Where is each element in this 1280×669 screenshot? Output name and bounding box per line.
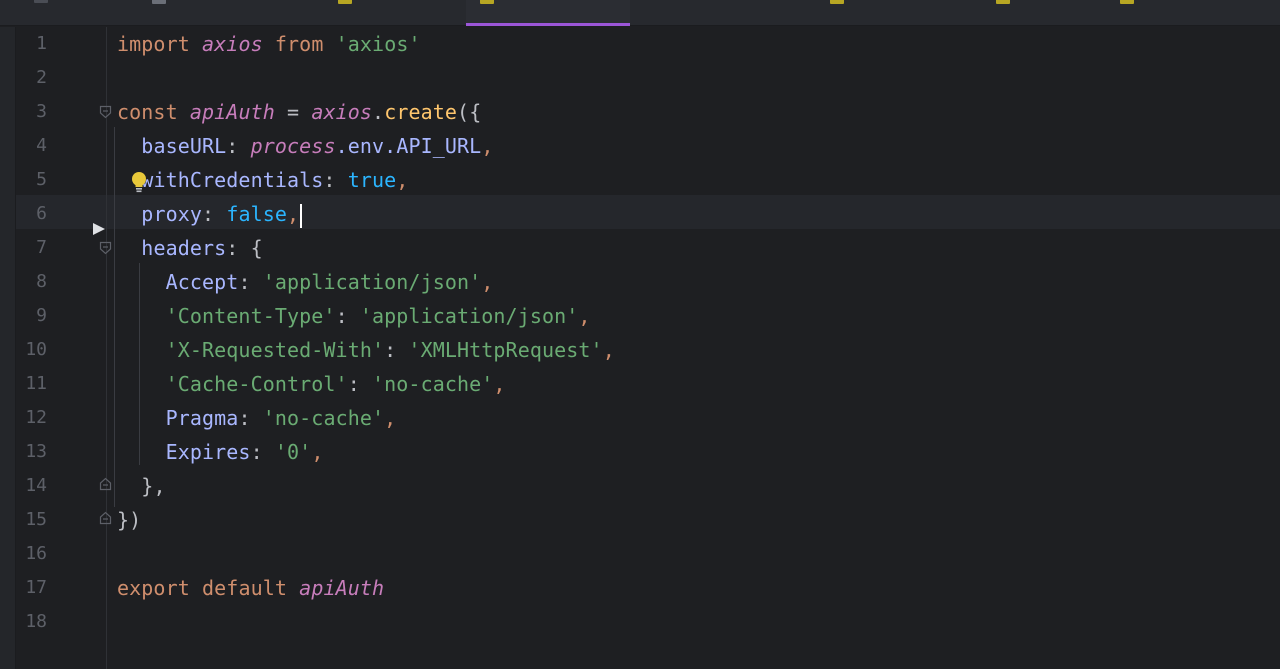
line-number: 12: [25, 407, 47, 428]
tool-window-icon[interactable]: [34, 0, 48, 3]
code-line[interactable]: 5 withCredentials: true,: [16, 163, 1280, 197]
code-line[interactable]: 3 const apiAuth = axios.create({: [16, 95, 1280, 129]
code-line[interactable]: 9 'Content-Type': 'application/json',: [16, 299, 1280, 333]
editor-tab[interactable]: [822, 0, 982, 26]
line-number: 3: [36, 101, 47, 122]
code-text: 'Cache-Control': 'no-cache',: [165, 372, 506, 396]
line-number: 17: [25, 577, 47, 598]
code-line[interactable]: 4 baseURL: process.env.API_URL,: [16, 129, 1280, 163]
active-tab-indicator: [466, 23, 630, 26]
code-line[interactable]: 2: [16, 61, 1280, 95]
lightbulb-icon[interactable]: [130, 171, 148, 193]
editor-tab[interactable]: [148, 0, 318, 26]
code-line[interactable]: 1 import axios from 'axios': [16, 27, 1280, 61]
js-file-icon: [480, 0, 494, 4]
line-number: 18: [25, 611, 47, 632]
fold-marker-icon[interactable]: [99, 105, 112, 119]
line-number: 9: [36, 305, 47, 326]
code-text: },: [141, 474, 166, 498]
line-number: 13: [25, 441, 47, 462]
code-line[interactable]: 14 },: [16, 469, 1280, 503]
code-text: proxy: false,: [117, 197, 303, 231]
line-number: 5: [36, 169, 47, 190]
code-text: import axios from 'axios': [117, 32, 421, 56]
js-file-icon: [996, 0, 1010, 4]
code-text: Accept: 'application/json',: [165, 270, 494, 294]
code-line[interactable]: 13 Expires: '0',: [16, 435, 1280, 469]
code-text: baseURL: process.env.API_URL,: [141, 134, 494, 158]
js-file-icon: [338, 0, 352, 4]
editor-tab-bar: [0, 0, 1280, 26]
code-text: export default apiAuth: [117, 576, 385, 600]
code-line[interactable]: 16: [16, 537, 1280, 571]
code-line[interactable]: 8 Accept: 'application/json',: [16, 265, 1280, 299]
left-tool-strip: [0, 27, 16, 669]
code-text: withCredentials: true,: [141, 168, 409, 192]
js-file-icon: [1120, 0, 1134, 4]
js-file-icon: [830, 0, 844, 4]
editor-tab[interactable]: [990, 0, 1110, 26]
code-text: Pragma: 'no-cache',: [165, 406, 397, 430]
line-number: 8: [36, 271, 47, 292]
code-line-current[interactable]: 6 proxy: false,: [16, 197, 1280, 231]
line-number: 11: [25, 373, 47, 394]
editor-tab-active[interactable]: [466, 0, 630, 26]
code-line[interactable]: 7 headers: {: [16, 231, 1280, 265]
run-arrow-icon[interactable]: [92, 221, 106, 235]
editor-tab[interactable]: [1114, 0, 1274, 26]
code-text: 'Content-Type': 'application/json',: [165, 304, 591, 328]
code-text: 'X-Requested-With': 'XMLHttpRequest',: [165, 338, 615, 362]
file-icon: [152, 0, 166, 4]
line-number: 4: [36, 135, 47, 156]
code-text: headers: {: [141, 236, 263, 260]
line-number: 15: [25, 509, 47, 530]
code-text: const apiAuth = axios.create({: [117, 100, 482, 124]
code-text: }): [117, 508, 142, 532]
code-line[interactable]: 17 export default apiAuth: [16, 571, 1280, 605]
line-number: 10: [25, 339, 47, 360]
code-line[interactable]: 15 }): [16, 503, 1280, 537]
text-caret: [300, 203, 303, 228]
fold-marker-icon[interactable]: [99, 241, 112, 255]
code-line[interactable]: 18: [16, 605, 1280, 639]
line-number: 6: [36, 203, 47, 224]
code-editor[interactable]: 1 import axios from 'axios' 2 3 const ap…: [16, 27, 1280, 669]
code-line[interactable]: 12 Pragma: 'no-cache',: [16, 401, 1280, 435]
line-number: 7: [36, 237, 47, 258]
line-number: 16: [25, 543, 47, 564]
editor-tab[interactable]: [330, 0, 460, 26]
code-line[interactable]: 10 'X-Requested-With': 'XMLHttpRequest',: [16, 333, 1280, 367]
code-line[interactable]: 11 'Cache-Control': 'no-cache',: [16, 367, 1280, 401]
editor-tab[interactable]: [640, 0, 820, 26]
line-number: 2: [36, 67, 47, 88]
fold-marker-icon[interactable]: [99, 511, 112, 525]
code-text: Expires: '0',: [165, 440, 324, 464]
fold-marker-icon[interactable]: [99, 477, 112, 491]
line-number: 1: [36, 33, 47, 54]
line-number: 14: [25, 475, 47, 496]
